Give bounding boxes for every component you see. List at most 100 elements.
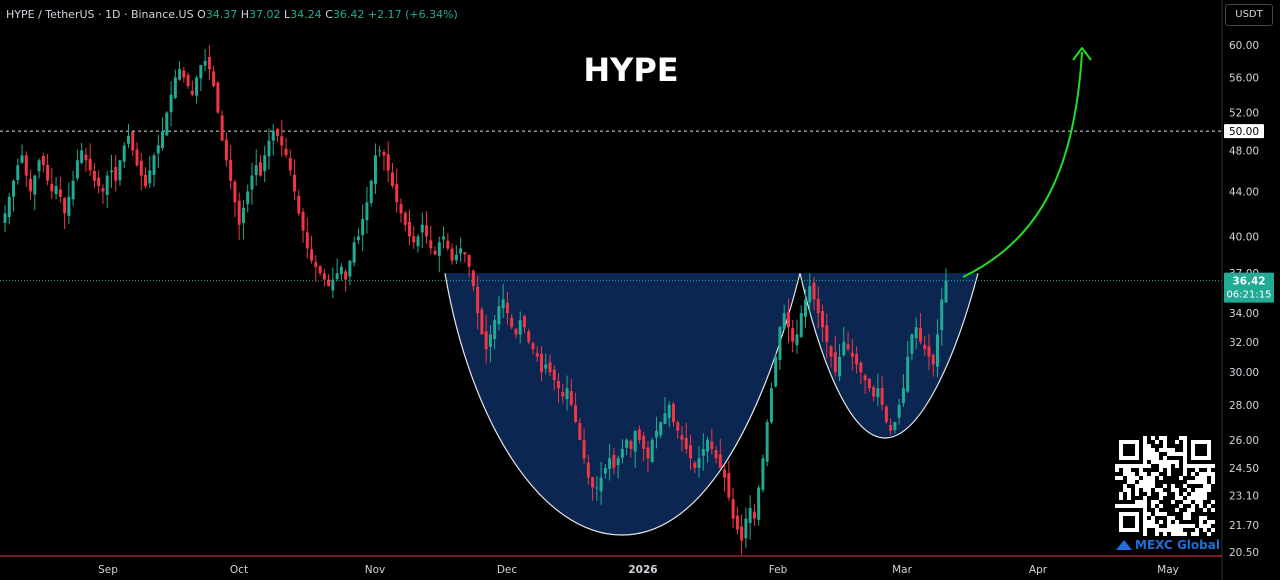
candle-body [237,200,241,225]
candle-body [408,221,411,237]
mexc-logo-icon [1116,540,1132,550]
candle-body [897,404,901,418]
candle-body [833,352,837,373]
high-value: 37.02 [249,8,281,21]
candle-body [186,74,190,87]
candle-body [557,380,561,389]
candle-body [650,439,654,463]
candle-body [24,155,28,176]
candle-body [156,145,160,154]
candle-body [450,248,454,261]
price-axis: 20.50 21.70 23.10 24.50 26.00 28.00 30.00 32.00… [1221,0,1274,580]
candle-body [914,327,918,339]
candle-body [71,180,75,200]
mexc-brand-text: MEXC Global [1135,538,1220,552]
candle-body [565,388,569,400]
chart-title: HYPE [583,51,678,89]
reference-line-50 [0,130,1222,282]
candle-body [620,448,624,458]
candle-body [765,421,769,462]
candle-body [684,437,688,449]
candle-body [931,354,935,365]
price-tick-label: 26.00 [1229,435,1259,447]
candle-body [893,421,897,430]
candle-body [642,435,646,449]
candle-body [786,312,790,328]
candle-body [714,450,718,459]
candle-body [288,158,292,171]
candle-body [92,171,96,181]
candle-body [522,315,526,328]
candle-body [791,328,795,342]
candle-body [229,159,233,181]
candle-body [126,135,130,144]
candle-body [344,271,348,280]
candle-body [97,177,101,187]
candle-body [935,334,939,367]
candle-body [148,170,152,184]
candle-body [940,299,944,331]
candle-body [812,282,816,300]
countdown-label: 06:21:15 [1227,290,1272,301]
candle-body [829,346,833,357]
candle-body [816,298,820,314]
candle-body [569,391,573,405]
change-value: +2.17 (+6.34%) [367,8,458,21]
candle-body [846,344,850,350]
candle-body [863,375,867,381]
candle-body [654,430,658,438]
candle-body [574,405,578,422]
candle-body [322,273,326,280]
candlestick-chart[interactable]: 20.50 21.70 23.10 24.50 26.00 28.00 30.00 32.00… [0,0,1280,580]
candle-body [216,82,220,113]
candle-body [352,242,356,263]
time-tick-label: Mar [892,564,912,576]
candle-body [382,152,386,156]
currency-button[interactable]: USDT [1225,4,1273,26]
candle-body [510,317,514,328]
candle-body [271,131,275,141]
candle-body [29,178,33,192]
candle-body [680,435,684,440]
candle-body [706,439,710,452]
candle-body [710,441,714,449]
candle-body [484,331,488,350]
candle-body [144,174,148,187]
candle-body [348,260,352,277]
candle-body [821,311,825,328]
candle-body [497,306,501,325]
candle-body [280,136,284,146]
candle-body [799,313,803,337]
candle-body [58,189,62,197]
candle-body [284,148,288,156]
candle-body [373,155,377,185]
candle-body [80,150,84,163]
price-tick-label: 32.00 [1229,337,1259,349]
candle-body [471,270,475,287]
candle-body [616,458,620,466]
candle-body [663,413,667,424]
candle-body [339,266,343,275]
candle-body [267,140,271,157]
candle-body [612,454,616,468]
candle-body [139,160,143,176]
candle-body [540,353,543,373]
candle-body [54,186,58,194]
close-value: 36.42 [332,8,365,21]
candle-body [386,154,390,171]
candle-body [297,195,301,214]
time-tick-label: May [1157,564,1179,576]
candle-body [467,254,471,267]
price-tick-label: 34.00 [1229,308,1259,320]
candle-body [437,242,441,256]
candle-body [697,458,701,468]
candle-body [548,362,552,373]
candle-body [109,170,113,173]
candle-body [318,266,322,274]
candle-body [535,352,539,357]
candle-body [67,196,71,216]
candle-body [723,469,727,478]
candle-body [335,273,339,280]
candle-body [735,515,739,530]
candle-body [923,344,927,350]
